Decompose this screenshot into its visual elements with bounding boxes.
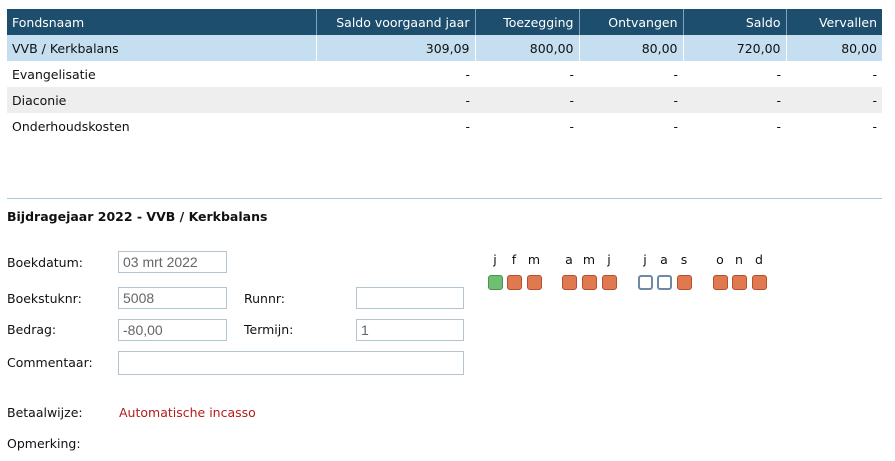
table-cell: 80,00: [786, 35, 882, 61]
table-row[interactable]: Diaconie - - - - -: [7, 87, 882, 113]
boekdatum-label: Boekdatum:: [7, 255, 83, 270]
month-letter-oct: o: [716, 252, 724, 267]
month-letter-dec: d: [755, 252, 763, 267]
termijn-field[interactable]: 1: [356, 319, 464, 341]
table-cell: Onderhoudskosten: [12, 118, 130, 134]
table-cell: 80,00: [579, 35, 684, 61]
bedrag-label: Bedrag:: [7, 322, 57, 337]
table-cell: -: [465, 66, 470, 82]
table-cell: VVB / Kerkbalans: [7, 35, 317, 61]
boekdatum-field[interactable]: 03 mrt 2022: [118, 251, 227, 273]
month-status-nov[interactable]: [732, 275, 747, 290]
table-cell: Diaconie: [7, 87, 316, 113]
boekstuknr-field[interactable]: 5008: [118, 287, 227, 309]
table-cell: -: [673, 66, 678, 82]
table-cell: -: [316, 87, 475, 113]
table-cell: -: [569, 66, 574, 82]
month-status-apr[interactable]: [562, 275, 577, 290]
table-cell: 800,00: [475, 35, 580, 61]
table-cell: -: [786, 87, 882, 113]
month-letter-jul: j: [643, 252, 647, 267]
column-header-ontvangen[interactable]: Ontvangen: [579, 9, 684, 35]
table-cell: -: [776, 66, 781, 82]
boekstuknr-label: Boekstuknr:: [7, 291, 82, 306]
month-letter-mar: m: [527, 252, 541, 267]
commentaar-label: Commentaar:: [7, 355, 93, 370]
table-cell: -: [569, 118, 574, 134]
runnr-label: Runnr:: [244, 291, 286, 306]
table-cell: -: [872, 118, 877, 134]
month-status-mar[interactable]: [527, 275, 542, 290]
table-cell: Evangelisatie: [12, 66, 96, 82]
month-status-jan[interactable]: [488, 275, 503, 290]
table-cell: 720,00: [683, 35, 787, 61]
section-divider: [7, 198, 882, 199]
month-letter-feb: f: [511, 252, 517, 267]
table-cell: -: [776, 118, 781, 134]
termijn-label: Termijn:: [244, 322, 294, 337]
table-cell: -: [872, 66, 877, 82]
table-cell: 309,09: [316, 35, 476, 61]
table-cell: -: [673, 118, 678, 134]
month-letter-apr: a: [565, 252, 573, 267]
table-row[interactable]: Evangelisatie - - - - -: [7, 61, 882, 87]
funds-table: Fondsnaam Saldo voorgaand jaar Toezeggin…: [7, 9, 882, 139]
month-status-jul[interactable]: [638, 275, 653, 290]
column-header-toezegging[interactable]: Toezegging: [475, 9, 580, 35]
betaalwijze-label: Betaalwijze:: [7, 405, 83, 420]
month-status-may[interactable]: [582, 275, 597, 290]
bedrag-field[interactable]: -80,00: [118, 319, 227, 341]
month-status-aug[interactable]: [657, 275, 672, 290]
month-letter-aug: a: [660, 252, 668, 267]
runnr-field[interactable]: [356, 287, 464, 309]
table-cell: -: [683, 87, 786, 113]
month-letter-nov: n: [735, 252, 743, 267]
month-status-oct[interactable]: [713, 275, 728, 290]
month-letter-jan: j: [493, 252, 497, 267]
betaalwijze-value: Automatische incasso: [119, 405, 256, 420]
section-title: Bijdragejaar 2022 - VVB / Kerkbalans: [7, 209, 268, 224]
column-header-saldo-voorgaand-jaar[interactable]: Saldo voorgaand jaar: [316, 9, 476, 35]
column-header-saldo[interactable]: Saldo: [683, 9, 787, 35]
table-row[interactable]: VVB / Kerkbalans 309,09 800,00 80,00 720…: [7, 35, 882, 61]
month-letter-may: m: [582, 252, 596, 267]
column-header-fondsnaam[interactable]: Fondsnaam: [7, 9, 317, 35]
month-status-jun[interactable]: [602, 275, 617, 290]
table-cell: -: [579, 87, 683, 113]
column-header-vervallen[interactable]: Vervallen: [786, 9, 882, 35]
table-cell: -: [475, 87, 579, 113]
table-header-row: Fondsnaam Saldo voorgaand jaar Toezeggin…: [7, 9, 882, 35]
table-cell: -: [465, 118, 470, 134]
commentaar-field[interactable]: [118, 351, 464, 375]
month-status-feb[interactable]: [507, 275, 522, 290]
opmerking-label: Opmerking:: [7, 436, 81, 451]
table-row[interactable]: Onderhoudskosten - - - - -: [7, 113, 882, 139]
month-status-dec[interactable]: [752, 275, 767, 290]
month-letter-sep: s: [680, 252, 688, 267]
month-status-sep[interactable]: [677, 275, 692, 290]
month-letter-jun: j: [607, 252, 611, 267]
